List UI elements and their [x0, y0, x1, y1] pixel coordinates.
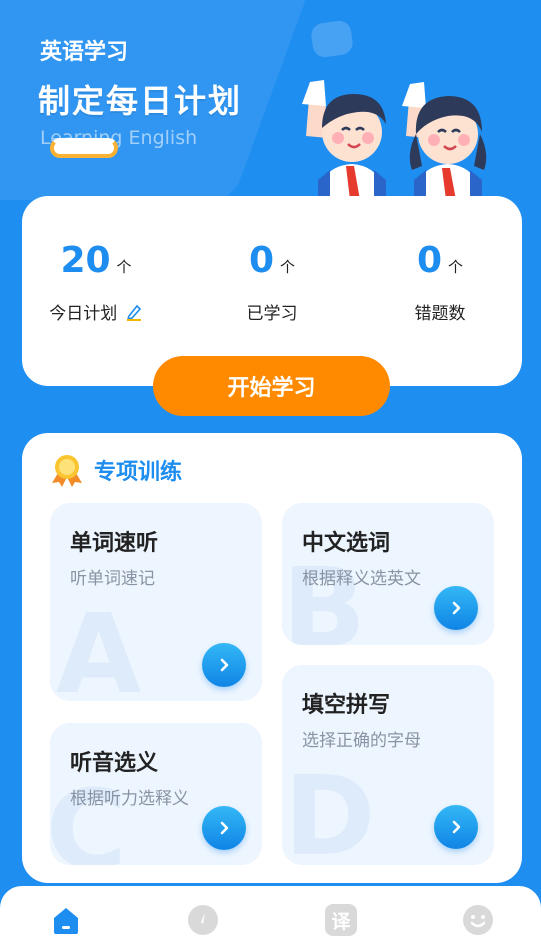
cube-decoration [309, 19, 355, 59]
tab-translate[interactable]: 译 [324, 903, 358, 937]
stat-value: 0 [416, 240, 443, 281]
go-button[interactable] [434, 586, 478, 630]
tile-chinese-choose-word[interactable]: B 中文选词 根据释义选英文 [282, 503, 494, 645]
tile-fill-spelling[interactable]: D 填空拼写 选择正确的字母 [282, 665, 494, 865]
letter-watermark: A [56, 590, 142, 701]
go-button[interactable] [202, 643, 246, 687]
stat-today-plan[interactable]: 20 个 今日计划 [16, 240, 176, 324]
stat-label: 已学习 [246, 304, 298, 324]
translate-icon: 译 [325, 904, 357, 936]
tile-word-listening[interactable]: A 单词速听 听单词速记 [50, 503, 262, 701]
smile-icon [463, 905, 493, 935]
students-illustration [302, 80, 487, 200]
book-decoration [50, 138, 118, 158]
tab-discover[interactable] [186, 903, 220, 937]
go-button[interactable] [434, 805, 478, 849]
translate-icon-label: 译 [331, 910, 351, 933]
letter-watermark: D [284, 752, 376, 865]
stat-learned: 0个 已学习 [192, 240, 352, 324]
start-learning-button[interactable]: 开始学习 [153, 356, 390, 416]
training-header: 专项训练 [50, 453, 182, 487]
page-title: 制定每日计划 [38, 82, 243, 120]
tile-subtitle: 根据听力选释义 [70, 789, 189, 809]
tile-subtitle: 根据释义选英文 [302, 569, 421, 589]
hero-subtitle: 英语学习 [40, 40, 129, 65]
tile-subtitle: 听单词速记 [70, 569, 155, 589]
stat-mistakes[interactable]: 0个 错题数 [360, 240, 520, 324]
edit-icon[interactable] [125, 303, 143, 321]
stat-value: 20 [60, 240, 111, 281]
chevron-right-icon [452, 820, 461, 834]
tile-subtitle: 选择正确的字母 [302, 731, 421, 751]
training-title: 专项训练 [94, 460, 183, 485]
chevron-right-icon [452, 601, 461, 615]
chevron-right-icon [220, 658, 229, 672]
tile-title: 填空拼写 [302, 693, 391, 718]
medal-icon [52, 455, 82, 487]
go-button[interactable] [202, 806, 246, 850]
stat-unit: 个 [116, 258, 132, 276]
stat-unit: 个 [280, 258, 296, 276]
stat-value: 0 [248, 240, 275, 281]
tab-home[interactable] [49, 903, 83, 937]
home-icon [54, 908, 78, 934]
bottom-tab-bar: 译 [0, 886, 541, 951]
tile-title: 听音选义 [70, 751, 159, 776]
tile-title: 中文选词 [302, 531, 391, 556]
tile-listen-choose-meaning[interactable]: C 听音选义 根据听力选释义 [50, 723, 262, 865]
stat-label: 错题数 [414, 304, 466, 324]
stat-label: 今日计划 [49, 304, 118, 324]
compass-icon [188, 905, 218, 935]
tile-title: 单词速听 [70, 531, 159, 556]
chevron-right-icon [220, 821, 229, 835]
tab-profile[interactable] [461, 903, 495, 937]
special-training-card: 专项训练 A 单词速听 听单词速记 B 中文选词 根据释义选英文 C 听音选义 … [22, 433, 522, 883]
stat-unit: 个 [448, 258, 464, 276]
